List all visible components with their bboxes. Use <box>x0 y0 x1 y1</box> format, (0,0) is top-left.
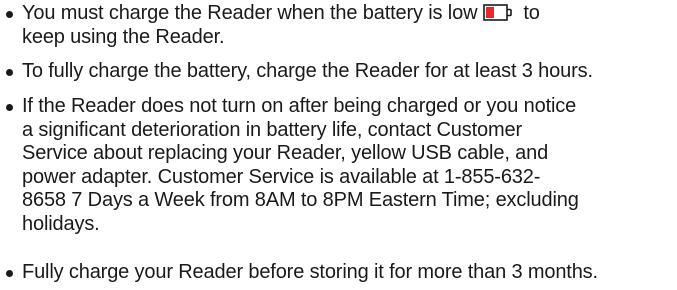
bullet-point <box>6 270 13 277</box>
list-item-line: To fully charge the battery, charge the … <box>22 60 593 82</box>
list-item-line-suffix: to <box>523 2 540 24</box>
list-item-line: If the Reader does not turn on after bei… <box>22 95 577 117</box>
list-item-line: power adapter. Customer Service is avail… <box>22 165 541 188</box>
list-item-line: keep using the Reader. <box>22 25 225 48</box>
bullet-point <box>6 69 13 76</box>
list-item-line: holidays. <box>22 212 100 235</box>
bullet-point <box>6 104 13 111</box>
list-item-text: You must charge the Reader when the batt… <box>22 2 677 49</box>
bullet-point <box>6 11 13 18</box>
battery-low-icon <box>483 4 513 21</box>
list-item-line: Fully charge your Reader before storing … <box>22 261 598 283</box>
list-item-line: You must charge the Reader when the batt… <box>22 2 478 24</box>
list-item-text: To fully charge the battery, charge the … <box>22 60 677 84</box>
list-item-text: If the Reader does not turn on after bei… <box>22 95 677 236</box>
list-item-line: 8658 7 Days a Week from 8AM to 8PM Easte… <box>22 189 579 211</box>
list-item-line: a significant deterioration in battery l… <box>22 118 522 141</box>
list-item-text: Fully charge your Reader before storing … <box>22 261 677 285</box>
list-item-line: Service about replacing your Reader, yel… <box>22 142 549 164</box>
